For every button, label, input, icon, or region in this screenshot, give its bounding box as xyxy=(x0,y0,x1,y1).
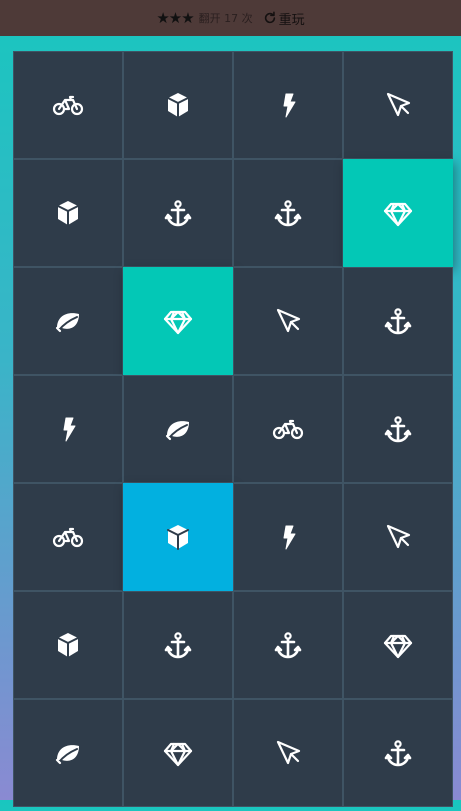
diamond-icon xyxy=(163,742,193,767)
cursor-icon xyxy=(276,740,301,765)
leaf-icon xyxy=(55,745,79,765)
diamond-icon xyxy=(383,202,413,227)
card[interactable] xyxy=(343,51,453,159)
card[interactable] xyxy=(343,159,453,267)
bicycle-icon xyxy=(272,419,304,440)
anchor-icon xyxy=(274,200,302,227)
card[interactable] xyxy=(123,483,233,591)
card[interactable] xyxy=(13,375,123,483)
card[interactable] xyxy=(233,483,343,591)
bolt-icon xyxy=(283,525,296,550)
cursor-icon xyxy=(386,524,411,549)
card[interactable] xyxy=(13,159,123,267)
card[interactable] xyxy=(343,699,453,807)
card[interactable] xyxy=(343,591,453,699)
cube-icon xyxy=(167,93,189,118)
card[interactable] xyxy=(13,591,123,699)
restart-icon xyxy=(264,11,275,24)
anchor-icon xyxy=(384,308,412,335)
card[interactable] xyxy=(233,375,343,483)
cursor-icon xyxy=(276,308,301,333)
card[interactable] xyxy=(343,267,453,375)
card[interactable] xyxy=(233,591,343,699)
bolt-icon xyxy=(283,93,296,118)
star-rating: ★★★ xyxy=(156,9,194,27)
restart-label: 重玩 xyxy=(278,12,305,28)
move-counter: 翻开 17 次 xyxy=(198,12,253,25)
card[interactable] xyxy=(233,51,343,159)
anchor-icon xyxy=(384,740,412,767)
anchor-icon xyxy=(274,632,302,659)
bicycle-icon xyxy=(52,95,84,116)
card[interactable] xyxy=(123,591,233,699)
anchor-icon xyxy=(164,632,192,659)
card[interactable] xyxy=(343,483,453,591)
score-panel: ★★★ 翻开 17 次 重玩 xyxy=(0,0,461,36)
card[interactable] xyxy=(233,699,343,807)
bolt-icon xyxy=(63,417,76,442)
anchor-icon xyxy=(384,416,412,443)
card[interactable] xyxy=(123,375,233,483)
card[interactable] xyxy=(13,267,123,375)
cursor-icon xyxy=(386,92,411,117)
cube-icon xyxy=(57,201,79,226)
diamond-icon xyxy=(163,310,193,335)
card-grid xyxy=(13,51,453,811)
anchor-icon xyxy=(164,200,192,227)
card[interactable] xyxy=(13,699,123,807)
cube-icon xyxy=(167,525,189,550)
cube-icon xyxy=(57,633,79,658)
card[interactable] xyxy=(13,51,123,159)
card[interactable] xyxy=(233,267,343,375)
card[interactable] xyxy=(233,159,343,267)
bicycle-icon xyxy=(52,527,84,548)
restart-button[interactable]: 重玩 xyxy=(263,9,305,28)
card[interactable] xyxy=(123,267,233,375)
diamond-icon xyxy=(383,634,413,659)
leaf-icon xyxy=(55,313,79,333)
card[interactable] xyxy=(123,699,233,807)
card[interactable] xyxy=(13,483,123,591)
card[interactable] xyxy=(123,159,233,267)
card[interactable] xyxy=(343,375,453,483)
card[interactable] xyxy=(123,51,233,159)
leaf-icon xyxy=(165,421,189,441)
